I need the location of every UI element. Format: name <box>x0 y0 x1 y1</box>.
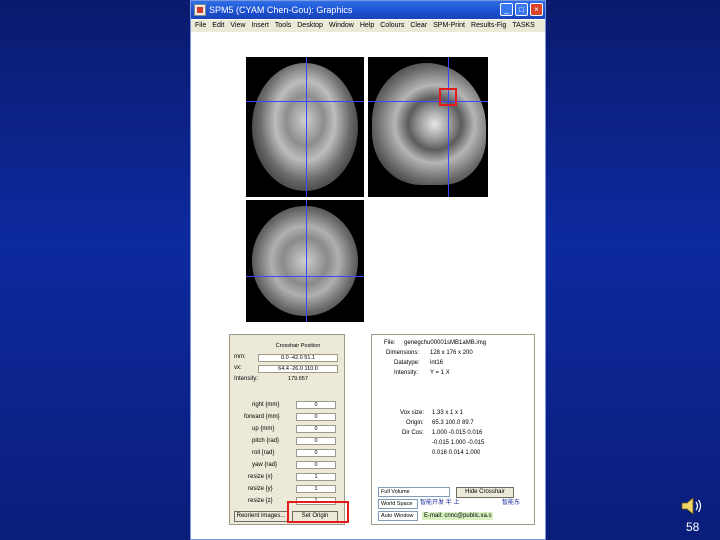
right-field[interactable]: 0 <box>296 401 336 409</box>
dimensions-label: Dimensions: <box>386 350 420 356</box>
intensity-label: Intensity: <box>234 376 259 382</box>
sagittal-view[interactable] <box>368 57 488 197</box>
hide-crosshair-button[interactable]: Hide Crosshair <box>456 487 514 498</box>
roll-field[interactable]: 0 <box>296 449 336 457</box>
roll-label: roll {rad} <box>252 450 275 456</box>
up-label: up {mm} <box>252 426 275 432</box>
intensity-scale-value: Y = 1 X <box>430 370 450 376</box>
menu-window[interactable]: Window <box>329 20 354 32</box>
axial-view[interactable] <box>246 200 364 322</box>
dir-cos-row-3: 0.016 0.014 1.000 <box>432 450 481 456</box>
mm-label: mm: <box>234 354 246 360</box>
intensity-value: 179.657 <box>258 376 338 384</box>
crosshair-position-header: Crosshair Position <box>258 343 338 351</box>
close-button[interactable]: × <box>530 3 543 16</box>
window-title: SPM5 (CYAM Chen-Gou): Graphics <box>209 5 353 15</box>
vox-size-label: Vox size: <box>400 410 425 416</box>
menu-colours[interactable]: Colours <box>380 20 404 32</box>
pitch-label: pitch {rad} <box>252 438 280 444</box>
info-panel: File: genegchu00001sMB1aMB.img Dimension… <box>371 334 535 525</box>
origin-label: Origin: <box>406 420 424 426</box>
coronal-brain-image <box>252 63 358 191</box>
dir-cos-row-2: -0.015 1.000 -0.015 <box>432 440 485 446</box>
crosshair-highlight-box <box>439 88 457 106</box>
dimensions-value: 128 x 176 x 200 <box>430 350 473 356</box>
resize-y-field[interactable]: 1 <box>296 485 336 493</box>
coronal-crosshair-horizontal <box>246 101 364 102</box>
window-controls: _ □ × <box>500 3 543 16</box>
minimize-button[interactable]: _ <box>500 3 513 16</box>
slide-number: 58 <box>686 520 700 534</box>
vx-field[interactable]: 64.4 -26.0 110.0 <box>258 365 338 373</box>
file-label: File: <box>384 340 396 346</box>
coronal-view[interactable] <box>246 57 364 197</box>
right-label: right {mm} <box>252 402 280 408</box>
speaker-icon[interactable] <box>680 496 704 516</box>
up-field[interactable]: 0 <box>296 425 336 433</box>
menu-help[interactable]: Help <box>360 20 374 32</box>
dir-cos-row-1: 1.000 -0.015 0.016 <box>432 430 483 436</box>
reorient-images-button[interactable]: Reorient images... <box>234 511 288 522</box>
vx-label: vx: <box>234 365 242 371</box>
dir-cos-label: Dir Cos: <box>402 430 424 436</box>
matlab-window: SPM5 (CYAM Chen-Gou): Graphics _ □ × Fil… <box>190 0 546 540</box>
title-bar: SPM5 (CYAM Chen-Gou): Graphics _ □ × <box>191 1 545 19</box>
axial-crosshair-horizontal <box>246 276 364 277</box>
email-label: E-mail: cnnc@public.xa.s <box>422 512 494 520</box>
menu-tools[interactable]: Tools <box>275 20 291 32</box>
chinese-note: 智能开发 半 上 <box>420 500 460 506</box>
forward-label: forward {mm} <box>244 414 280 420</box>
menu-clear[interactable]: Clear <box>410 20 427 32</box>
menu-results-fig[interactable]: Results-Fig <box>471 20 506 32</box>
window-app-icon <box>194 4 206 16</box>
vox-size-value: 1.33 x 1 x 1 <box>432 410 464 416</box>
resize-y-label: resize {y} <box>248 486 273 492</box>
file-value: genegchu00001sMB1aMB.img <box>404 340 487 346</box>
set-origin-highlight-box <box>287 501 349 523</box>
datatype-value: int16 <box>430 360 444 366</box>
reorient-panel: Crosshair Position mm: 0.0 -42.0 51.1 vx… <box>229 334 345 525</box>
mm-field[interactable]: 0.0 -42.0 51.1 <box>258 354 338 362</box>
sagittal-brain-image <box>372 63 486 185</box>
sagittal-crosshair-vertical <box>448 57 449 197</box>
sagittal-crosshair-horizontal <box>368 101 488 102</box>
menu-file[interactable]: File <box>195 20 206 32</box>
chinese-note-2: 智能东 <box>502 500 521 506</box>
origin-value: 65.3 100.0 89.7 <box>432 420 474 426</box>
full-volume-select[interactable]: Full Volume <box>378 487 450 497</box>
auto-window-select[interactable]: Auto Window <box>378 511 418 521</box>
resize-x-label: resize {x} <box>248 474 273 480</box>
maximize-button[interactable]: □ <box>515 3 528 16</box>
menu-insert[interactable]: Insert <box>251 20 269 32</box>
yaw-field[interactable]: 0 <box>296 461 336 469</box>
menu-desktop[interactable]: Desktop <box>297 20 323 32</box>
pitch-field[interactable]: 0 <box>296 437 336 445</box>
axial-brain-image <box>252 206 358 316</box>
menu-edit[interactable]: Edit <box>212 20 224 32</box>
menu-tasks[interactable]: TASKS <box>512 20 534 32</box>
menu-view[interactable]: View <box>230 20 245 32</box>
forward-field[interactable]: 0 <box>296 413 336 421</box>
intensity-scale-label: Intensity: <box>394 370 419 376</box>
resize-z-label: resize {z} <box>248 498 273 504</box>
resize-x-field[interactable]: 1 <box>296 473 336 481</box>
menu-bar: File Edit View Insert Tools Desktop Wind… <box>191 20 545 32</box>
coronal-crosshair-vertical <box>306 57 307 197</box>
world-space-select[interactable]: World Space <box>378 499 418 509</box>
menu-spm-print[interactable]: SPM-Print <box>433 20 465 32</box>
yaw-label: yaw {rad} <box>252 462 278 468</box>
datatype-label: Datatype: <box>394 360 420 366</box>
axial-crosshair-vertical <box>306 200 307 322</box>
